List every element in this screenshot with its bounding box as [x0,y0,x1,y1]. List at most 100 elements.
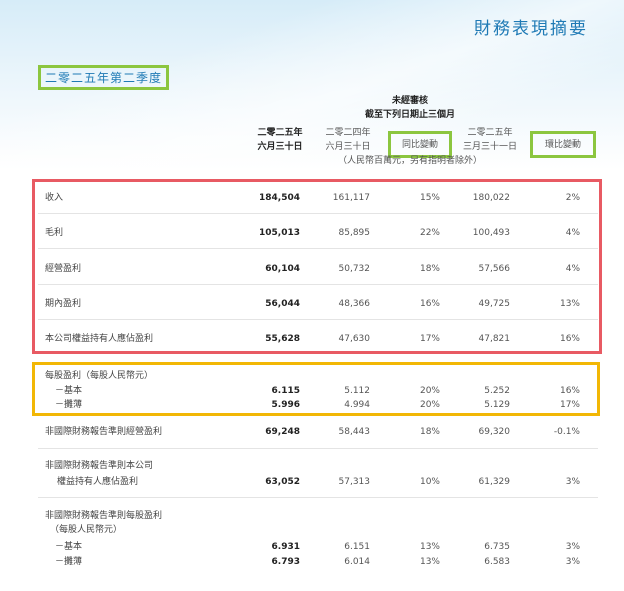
row-divider [38,448,598,449]
row-label: －攤薄 [55,400,83,410]
value-qoq: 17% [559,400,580,410]
value-yoy: 18% [419,264,440,274]
row-label: （每股人民幣元） [50,525,123,535]
value-2025q2: 60,104 [265,264,300,274]
row-label: －攤薄 [55,557,83,567]
value-2025q2: 105,013 [259,228,300,238]
table-row-nonifrs-operating-profit: 非國際財務報告準則經營盈利 69,248 58,443 18% 69,320 -… [0,425,624,439]
table-row-nonifrs-eps-heading: 非國際財務報告準則每股盈利 [0,509,624,523]
row-label: －基本 [55,386,83,396]
value-2025q2: 6.793 [271,557,300,567]
value-qoq: 3% [565,557,580,567]
value-2025q1: 69,320 [478,427,511,437]
row-label: 每股盈利（每股人民幣元） [45,371,154,381]
value-2025q1: 5.252 [484,386,510,396]
value-2024q2: 58,443 [338,427,371,437]
row-label: 非國際財務報告準則經營盈利 [45,427,163,437]
value-yoy: 13% [419,557,440,567]
value-2024q2: 57,313 [338,477,371,487]
table-row-period-profit: 期內盈利 56,044 48,366 16% 49,725 13% [0,297,624,311]
row-label: 經營盈利 [45,264,82,274]
value-yoy: 17% [419,334,440,344]
value-2025q1: 6.583 [484,557,510,567]
value-yoy: 20% [419,400,440,410]
table-row-eps-diluted: －攤薄 5.996 4.994 20% 5.129 17% [0,398,624,412]
header-col4-line1: 二零二五年 [467,128,513,138]
value-2024q2: 50,732 [338,264,371,274]
table-row-nonifrs-eps-diluted: －攤薄 6.793 6.014 13% 6.583 3% [0,555,624,569]
row-label: 非國際財務報告準則每股盈利 [45,511,163,521]
value-2024q2: 85,895 [338,228,371,238]
value-yoy: 16% [419,299,440,309]
value-yoy: 15% [419,193,440,203]
value-2025q1: 47,821 [478,334,511,344]
value-2025q1: 61,329 [478,477,511,487]
value-yoy: 10% [419,477,440,487]
table-row-operating-profit: 經營盈利 60,104 50,732 18% 57,566 4% [0,262,624,276]
row-label: 毛利 [45,228,64,238]
page-title: 財務表現摘要 [474,19,588,39]
value-qoq: -0.1% [553,427,580,437]
table-row-attributable-profit: 本公司權益持有人應佔盈利 55,628 47,630 17% 47,821 16… [0,332,624,346]
table-row-gross-profit: 毛利 105,013 85,895 22% 100,493 4% [0,226,624,240]
value-qoq: 3% [565,477,580,487]
value-qoq: 4% [565,264,580,274]
row-divider [38,319,598,320]
table-row-nonifrs-attr-heading: 非國際財務報告準則本公司 [0,459,624,473]
value-qoq: 13% [559,299,580,309]
value-qoq: 16% [559,334,580,344]
unit-note: （人民幣百萬元，另有指明者除外） [337,156,482,166]
value-qoq: 4% [565,228,580,238]
row-label: 權益持有人應佔盈利 [57,477,139,487]
value-2025q2: 63,052 [265,477,300,487]
value-2024q2: 4.994 [344,400,370,410]
row-divider [38,284,598,285]
row-label: －基本 [55,542,83,552]
value-2024q2: 6.151 [344,542,370,552]
value-2024q2: 47,630 [338,334,371,344]
value-yoy: 20% [419,386,440,396]
value-2025q1: 100,493 [472,228,510,238]
header-col1-line2: 六月三十日 [257,142,303,152]
row-divider [38,248,598,249]
header-period: 截至下列日期止三個月 [364,110,455,120]
row-label: 非國際財務報告準則本公司 [45,461,154,471]
table-row-revenue: 收入 184,504 161,117 15% 180,022 2% [0,191,624,205]
header-col3: 同比變動 [401,140,438,150]
header-col5: 環比變動 [544,140,581,150]
value-qoq: 16% [559,386,580,396]
quarter-label: 二零二五年第二季度 [38,65,170,90]
value-qoq: 2% [565,193,580,203]
row-divider [38,213,598,214]
row-label: 期內盈利 [45,299,82,309]
row-label: 收入 [45,193,64,203]
value-2025q1: 6.735 [484,542,510,552]
table-row-eps-heading: 每股盈利（每股人民幣元） [0,369,624,383]
value-yoy: 18% [419,427,440,437]
table-row-nonifrs-attributable-profit: 權益持有人應佔盈利 63,052 57,313 10% 61,329 3% [0,475,624,489]
value-2025q2: 56,044 [265,299,300,309]
header-col4-line2: 三月三十一日 [462,142,517,152]
value-2024q2: 161,117 [332,193,370,203]
value-2024q2: 48,366 [338,299,371,309]
value-2025q2: 6.115 [271,386,300,396]
value-yoy: 22% [419,228,440,238]
value-2024q2: 5.112 [344,386,370,396]
value-2025q2: 184,504 [259,193,300,203]
value-2024q2: 6.014 [344,557,370,567]
row-divider [38,497,598,498]
header-col1-line1: 二零二五年 [257,128,303,138]
value-yoy: 13% [419,542,440,552]
table-row-nonifrs-eps-unit: （每股人民幣元） [0,523,624,537]
value-2025q1: 49,725 [478,299,511,309]
header-col2-line1: 二零二四年 [325,128,371,138]
value-2025q2: 6.931 [271,542,300,552]
header-unaudited: 未經審核 [391,96,428,106]
value-2025q1: 180,022 [472,193,510,203]
value-2025q2: 55,628 [265,334,300,344]
table-row-eps-basic: －基本 6.115 5.112 20% 5.252 16% [0,384,624,398]
header-col2-line2: 六月三十日 [325,142,371,152]
value-qoq: 3% [565,542,580,552]
table-row-nonifrs-eps-basic: －基本 6.931 6.151 13% 6.735 3% [0,540,624,554]
value-2025q1: 57,566 [478,264,511,274]
